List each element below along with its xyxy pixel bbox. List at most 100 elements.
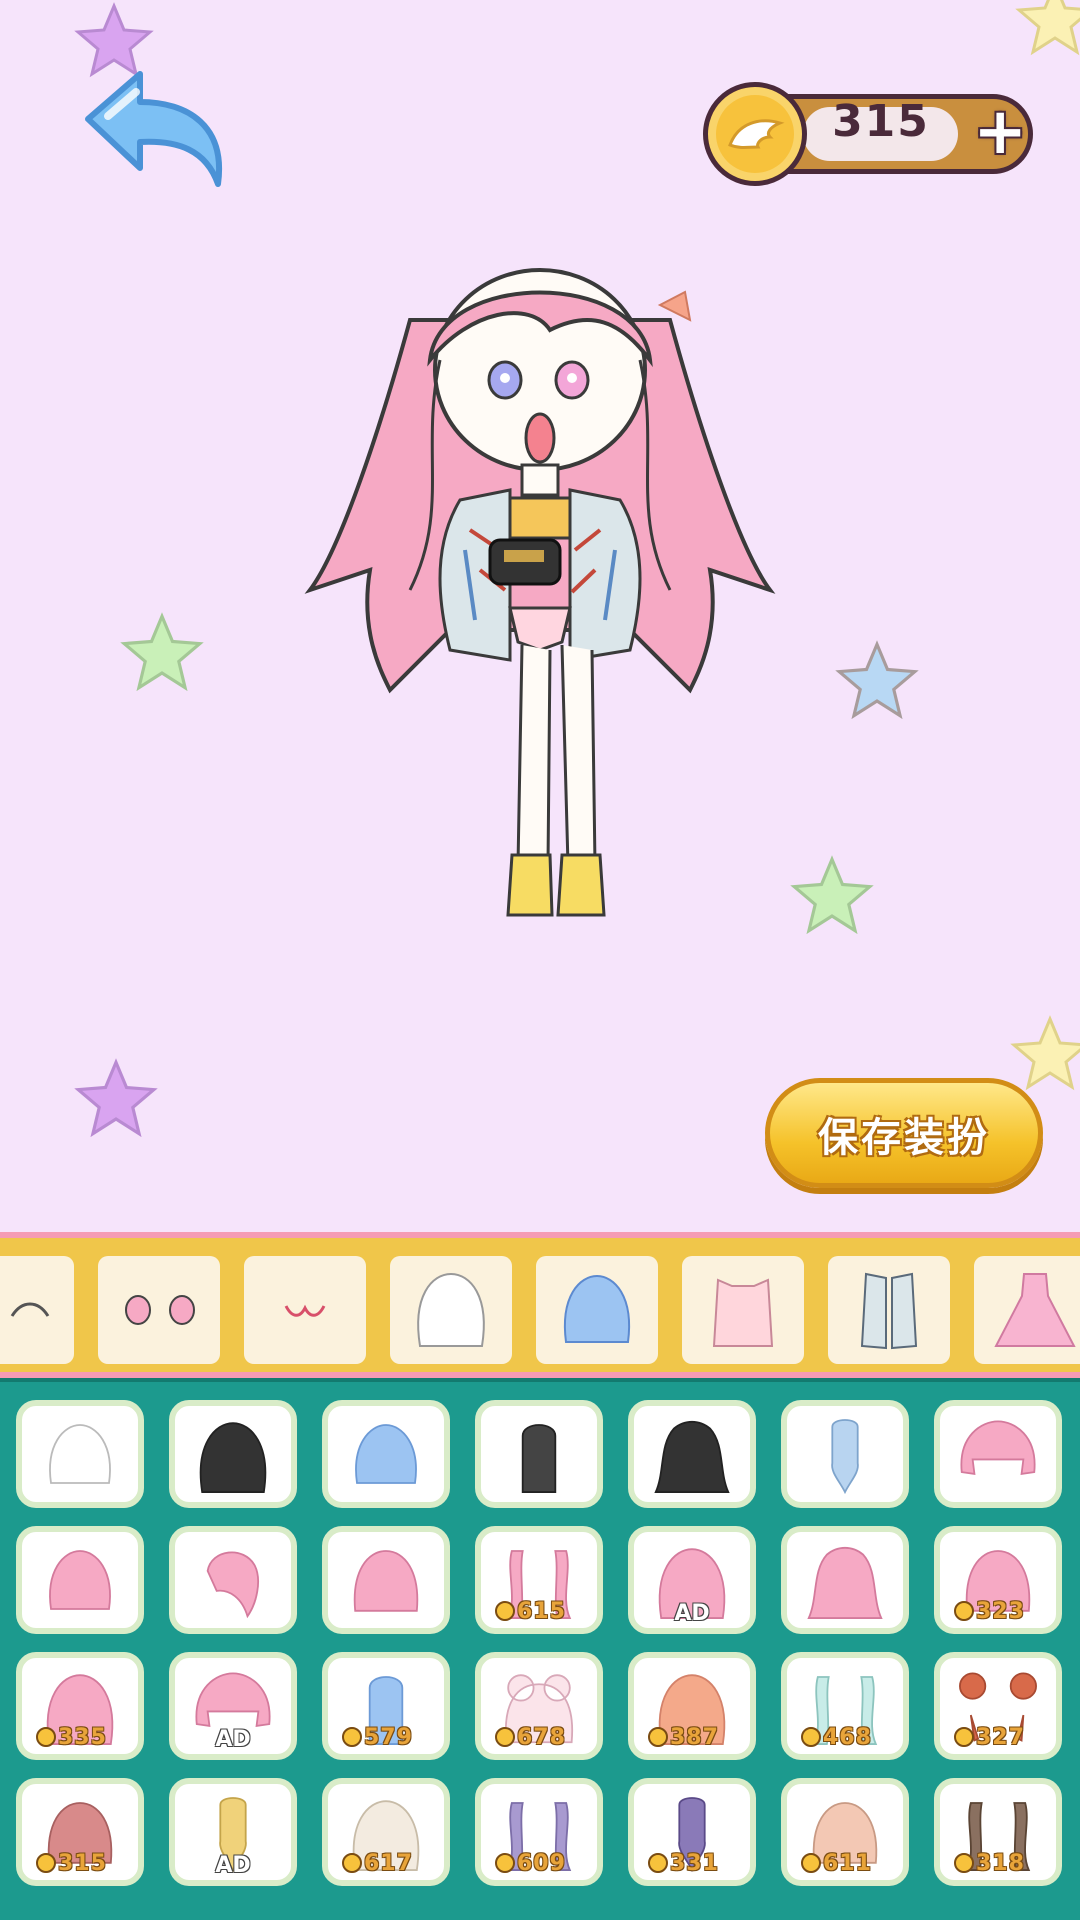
category-top[interactable] [682,1256,804,1364]
item-price-value: 609 [517,1851,566,1876]
hair-item-9[interactable] [169,1526,297,1634]
item-price: 617 [342,1851,413,1876]
coin-icon [342,1727,362,1747]
plus-icon[interactable]: + [973,100,1027,164]
item-price-value: 611 [823,1851,872,1876]
category-hair-white[interactable] [390,1256,512,1364]
hair-item-22[interactable]: 315 [16,1778,144,1886]
coin-icon [36,1853,56,1873]
coin-counter: 315 + [703,82,1037,186]
hair-item-21[interactable]: 327 [934,1652,1062,1760]
category-mouth[interactable] [244,1256,366,1364]
item-price: 318 [954,1851,1025,1876]
hair-item-18[interactable]: 678 [475,1652,603,1760]
coin-icon [495,1601,515,1621]
item-price-value: 323 [976,1599,1025,1624]
eyes-icon [125,1295,195,1325]
dress-icon [994,1273,1076,1347]
hair-item-15[interactable]: 335 [16,1652,144,1760]
hair-icon [355,1424,417,1484]
blue-star-icon [835,640,919,720]
ad-badge: AD [674,1601,710,1626]
hair-icon [353,1550,419,1612]
hair-item-13[interactable] [781,1526,909,1634]
category-eyes[interactable] [98,1256,220,1364]
mouth-icon [284,1304,326,1317]
coin-icon [36,1727,56,1747]
hair-item-17[interactable]: 579 [322,1652,450,1760]
hair-item-16[interactable]: AD [169,1652,297,1760]
hair-item-4[interactable] [475,1400,603,1508]
coin-icon [954,1853,974,1873]
hair-item-19[interactable]: 387 [628,1652,756,1760]
yellow-star-icon [1010,1015,1080,1091]
hair-item-3[interactable] [322,1400,450,1508]
coin-icon [801,1853,821,1873]
item-price: 323 [954,1599,1025,1624]
coin-icon [495,1853,515,1873]
hair-item-24[interactable]: 617 [322,1778,450,1886]
hair-item-11[interactable]: 615 [475,1526,603,1634]
coin-icon [954,1601,974,1621]
jacket-icon [860,1272,918,1350]
hair-item-5[interactable] [628,1400,756,1508]
eyebrow-icon [10,1302,50,1317]
item-price: 387 [648,1725,719,1750]
back-arrow-icon[interactable] [78,64,228,199]
category-jacket[interactable] [828,1256,950,1364]
hair-item-12[interactable]: AD [628,1526,756,1634]
hair-item-6[interactable] [781,1400,909,1508]
hair-item-10[interactable] [322,1526,450,1634]
hair-icon [831,1419,859,1495]
coin-icon [342,1853,362,1873]
hair-icon [960,1420,1036,1476]
hair-icon [654,1420,730,1493]
coin-icon [954,1727,974,1747]
category-dress[interactable] [974,1256,1080,1364]
category-hair-blue[interactable] [536,1256,658,1364]
hair-item-20[interactable]: 468 [781,1652,909,1760]
item-price: 609 [495,1851,566,1876]
hair-item-8[interactable] [16,1526,144,1634]
yellow-star-icon [1015,0,1080,56]
save-outfit-button[interactable]: 保存装扮 [765,1078,1043,1188]
hair-icon [563,1274,631,1343]
hair-icon [807,1546,883,1619]
item-grid: 615 AD 323 335 AD 579 678 387 468 327 315 AD 617 609 3… [0,1378,1080,1920]
category-bar[interactable] [0,1232,1080,1378]
item-price: 327 [954,1725,1025,1750]
hair-icon [521,1424,557,1493]
item-price: 611 [801,1851,872,1876]
item-price-value: 327 [976,1725,1025,1750]
hair-item-28[interactable]: 318 [934,1778,1062,1886]
item-price: 335 [36,1725,107,1750]
item-price-value: 678 [517,1725,566,1750]
hair-item-27[interactable]: 611 [781,1778,909,1886]
green-star-icon [120,612,204,692]
hair-icon [49,1550,111,1610]
hair-icon [417,1272,485,1347]
item-price: 615 [495,1599,566,1624]
category-eyebrows[interactable] [0,1256,74,1364]
hair-item-1[interactable] [16,1400,144,1508]
hair-item-14[interactable]: 323 [934,1526,1062,1634]
hair-item-25[interactable]: 609 [475,1778,603,1886]
hair-item-23[interactable]: AD [169,1778,297,1886]
hair-icon [49,1424,111,1484]
hair-item-2[interactable] [169,1400,297,1508]
item-price-value: 579 [364,1725,413,1750]
dressup-stage: 315 + 保存装扮 [0,0,1080,1232]
hair-icon [199,1422,267,1493]
coin-icon [648,1853,668,1873]
hair-item-7[interactable] [934,1400,1062,1508]
coin-icon [495,1727,515,1747]
green-star-icon [790,855,874,935]
coin-icon [801,1727,821,1747]
coin-icon [648,1727,668,1747]
item-price: 579 [342,1725,413,1750]
top-icon [712,1278,774,1347]
item-price-value: 318 [976,1851,1025,1876]
item-price-value: 615 [517,1599,566,1624]
item-price-value: 335 [58,1725,107,1750]
hair-item-26[interactable]: 331 [628,1778,756,1886]
